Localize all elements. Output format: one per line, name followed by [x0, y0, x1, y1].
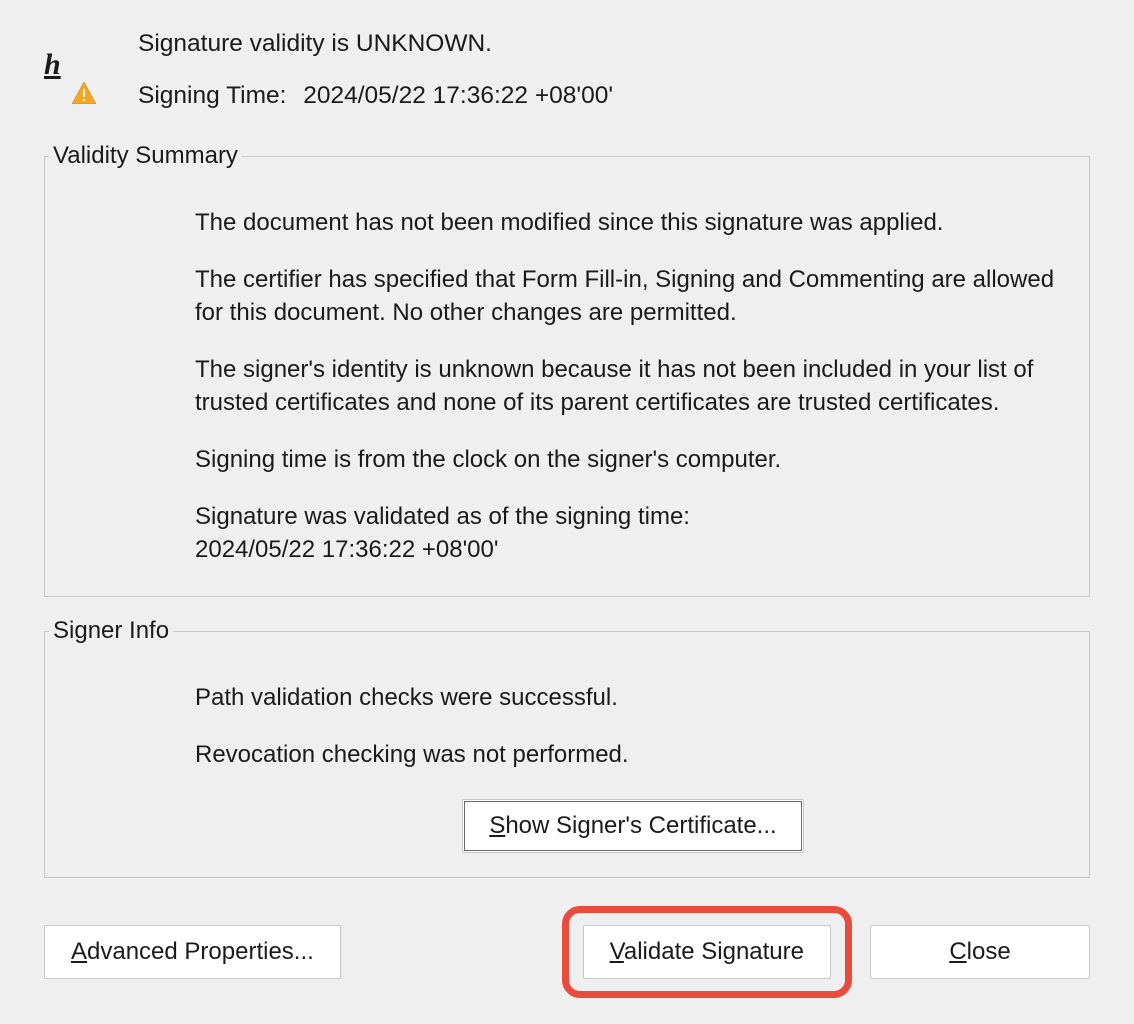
validate-accel: V — [610, 938, 624, 965]
warning-triangle-icon — [72, 82, 96, 104]
validate-highlight-box: Validate Signature — [562, 906, 852, 998]
signature-status-icon: h — [44, 54, 94, 104]
summary-para-1: The document has not been modified since… — [195, 206, 1071, 239]
close-button[interactable]: Close — [870, 925, 1090, 979]
show-cert-accel: S — [489, 812, 505, 839]
validate-signature-button[interactable]: Validate Signature — [583, 925, 831, 979]
show-cert-label-rest: how Signer's Certificate... — [505, 812, 776, 839]
validity-summary-legend: Validity Summary — [49, 142, 242, 170]
close-accel: C — [949, 938, 966, 965]
validate-label-rest: alidate Signature — [624, 938, 804, 965]
summary-para-2: The certifier has specified that Form Fi… — [195, 263, 1071, 329]
validity-status-text: Signature validity is UNKNOWN. — [138, 30, 1090, 58]
summary-para-3: The signer's identity is unknown because… — [195, 353, 1071, 419]
signer-info-group: Signer Info Path validation checks were … — [44, 617, 1090, 878]
close-label-rest: lose — [967, 938, 1011, 965]
summary-para-5: Signature was validated as of the signin… — [195, 500, 1071, 566]
signer-para-2: Revocation checking was not performed. — [195, 738, 1071, 771]
signing-time-row: Signing Time: 2024/05/22 17:36:22 +08'00… — [138, 82, 1090, 110]
signing-time-value: 2024/05/22 17:36:22 +08'00' — [303, 82, 613, 109]
summary-para-5a: Signature was validated as of the signin… — [195, 503, 690, 530]
advanced-accel: A — [71, 938, 87, 965]
validity-summary-group: Validity Summary The document has not be… — [44, 142, 1090, 597]
dialog-button-row: Advanced Properties... Validate Signatur… — [44, 906, 1090, 998]
summary-para-4: Signing time is from the clock on the si… — [195, 443, 1071, 476]
signature-glyph-icon: h — [44, 48, 61, 82]
header-text-block: Signature validity is UNKNOWN. Signing T… — [138, 30, 1090, 110]
advanced-label-rest: dvanced Properties... — [87, 938, 314, 965]
show-cert-row: Show Signer's Certificate... — [195, 799, 1071, 853]
signer-para-1: Path validation checks were successful. — [195, 681, 1071, 714]
signature-header: h Signature validity is UNKNOWN. Signing… — [44, 30, 1090, 110]
summary-para-5b: 2024/05/22 17:36:22 +08'00' — [195, 536, 498, 563]
signing-time-label: Signing Time: — [138, 82, 286, 109]
signer-info-legend: Signer Info — [49, 617, 173, 645]
advanced-properties-button[interactable]: Advanced Properties... — [44, 925, 341, 979]
show-signers-certificate-button[interactable]: Show Signer's Certificate... — [462, 799, 803, 853]
